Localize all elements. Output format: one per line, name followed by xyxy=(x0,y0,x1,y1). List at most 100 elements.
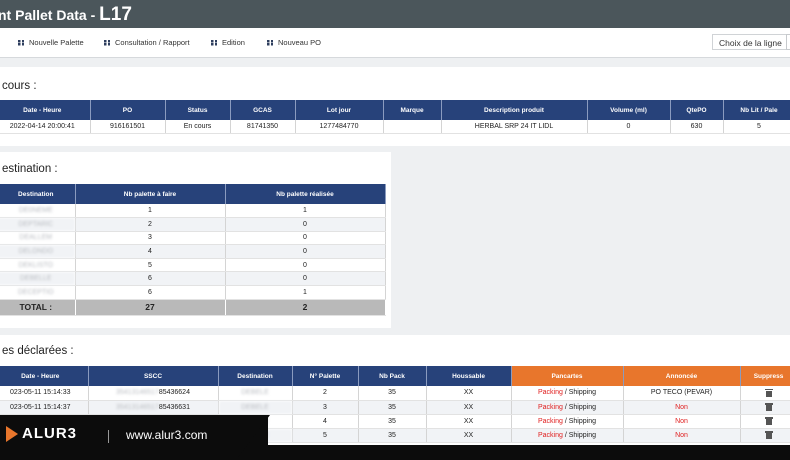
cell: 630 xyxy=(670,120,724,134)
col-pancartes: Pancartes xyxy=(511,366,624,386)
line-chooser-select[interactable] xyxy=(786,34,790,50)
nav-label: Consultation / Rapport xyxy=(115,38,190,47)
cell-annoncee: Non xyxy=(623,414,741,429)
table-row[interactable]: DEKLISTO 5 0 xyxy=(0,258,386,273)
cell-houssable: XX xyxy=(426,400,512,415)
nav-consultation-rapport[interactable]: Consultation / Rapport xyxy=(104,38,190,47)
col-sscc: SSCC xyxy=(88,366,219,386)
col-numero-palette: N° Palette xyxy=(292,366,359,386)
declared-title: es déclarées : xyxy=(2,345,74,357)
cell-pack: 35 xyxy=(358,414,427,429)
trash-icon[interactable] xyxy=(764,403,773,411)
nav-edition[interactable]: Edition xyxy=(211,38,245,47)
col-gcas: GCAS xyxy=(230,100,296,120)
col-nb-pack: Nb Pack xyxy=(358,366,427,386)
shipping-link[interactable]: Shipping xyxy=(569,418,596,425)
packing-link[interactable]: Packing xyxy=(538,418,563,425)
sscc-value: 85436631 xyxy=(158,403,190,411)
pancarte-separator: / xyxy=(564,431,567,439)
footer-wedge xyxy=(236,415,270,460)
col-volume: Volume (ml) xyxy=(587,100,671,120)
total-row: TOTAL : 27 2 xyxy=(0,299,386,316)
cell-suppression xyxy=(740,386,790,401)
shipping-link[interactable]: Shipping xyxy=(569,432,596,439)
app-title: nt Pallet Data - L17 xyxy=(0,4,132,26)
alur3-logo-icon xyxy=(6,426,18,442)
cell-pack: 35 xyxy=(358,386,427,401)
cell: 0 xyxy=(225,271,386,287)
current-header-row: Date - Heure PO Status GCAS Lot jour Mar… xyxy=(0,100,790,120)
cell: 1 xyxy=(225,204,386,219)
col-nb-palette-done: Nb palette réalisée xyxy=(225,184,386,204)
shipping-link[interactable]: Shipping xyxy=(569,404,596,411)
col-date-heure: Date - Heure xyxy=(0,366,89,386)
cell: 0 xyxy=(225,217,386,232)
packing-link[interactable]: Packing xyxy=(538,432,563,439)
cell: DELONDO xyxy=(0,244,76,259)
line-chooser-label: Choix de la ligne xyxy=(712,34,790,50)
cell: 6 xyxy=(75,285,226,300)
nav-nouvelle-palette[interactable]: Nouvelle Palette xyxy=(18,38,84,47)
sscc-hidden: 35413146517 xyxy=(116,403,159,411)
col-annoncee: Annoncée xyxy=(623,366,741,386)
table-row[interactable]: DE0NEME 1 1 xyxy=(0,204,386,219)
cell-suppression xyxy=(740,400,790,415)
cell-pancartes: Packing / Shipping xyxy=(511,400,624,415)
nav-label: Nouvelle Palette xyxy=(29,38,84,47)
cell: 4 xyxy=(75,244,226,259)
cell-houssable: XX xyxy=(426,386,512,401)
cell-sscc: 3541314651785436631 xyxy=(88,400,219,415)
table-row[interactable]: 023-05-11 15:14:37 3541314651785436631 DEB… xyxy=(0,400,790,415)
cell-date: 023-05-11 15:14:33 xyxy=(0,386,89,401)
cell: HERBAL SRP 24 IT LIDL xyxy=(441,120,588,134)
footer-divider xyxy=(108,430,109,443)
cell: 1277484770 xyxy=(295,120,384,134)
navbar: Nouvelle Palette Consultation / Rapport … xyxy=(0,28,790,58)
current-panel: cours : Date - Heure PO Status GCAS Lot … xyxy=(0,67,790,146)
destination-table: Destination Nb palette à faire Nb palett… xyxy=(0,184,386,316)
packing-link[interactable]: Packing xyxy=(538,389,563,396)
app-header: nt Pallet Data - L17 xyxy=(0,0,790,28)
cell: DEKLISTO xyxy=(0,258,76,273)
pancarte-separator: / xyxy=(564,417,567,425)
table-row[interactable]: 2022-04-14 20:00:41 916161501 En cours 8… xyxy=(0,120,790,134)
trash-icon[interactable] xyxy=(764,388,773,397)
shipping-link[interactable]: Shipping xyxy=(569,389,596,396)
nav-nouveau-po[interactable]: Nouveau PO xyxy=(267,38,321,47)
cell-palette: 4 xyxy=(292,414,359,429)
cell-palette: 3 xyxy=(292,400,359,415)
footer-url[interactable]: www.alur3.com xyxy=(126,428,207,442)
pancarte-separator: / xyxy=(564,389,567,397)
cell: 2022-04-14 20:00:41 xyxy=(0,120,91,134)
packing-link[interactable]: Packing xyxy=(538,404,563,411)
cell-destination: DEBELE xyxy=(218,400,293,415)
cell-annoncee: Non xyxy=(623,400,741,415)
cell-pancartes: Packing / Shipping xyxy=(511,428,624,443)
declared-header-row: Date - Heure SSCC Destination N° Palette… xyxy=(0,366,790,386)
table-row[interactable]: DECEPTIO 6 1 xyxy=(0,285,386,300)
current-title: cours : xyxy=(2,80,37,92)
app-title-line: L17 xyxy=(99,4,132,25)
cell: 81741350 xyxy=(230,120,296,134)
trash-icon[interactable] xyxy=(764,417,773,425)
cell-pancartes: Packing / Shipping xyxy=(511,386,624,401)
cell-annoncee: Non xyxy=(623,428,741,443)
table-row[interactable]: DEBELLE 6 0 xyxy=(0,271,386,287)
cell-annoncee: PO TECO (PEVAR) xyxy=(623,386,741,401)
table-row[interactable]: DELONDO 4 0 xyxy=(0,244,386,259)
cell: DEPTARIC xyxy=(0,217,76,232)
total-todo: 27 xyxy=(75,299,226,316)
cell-houssable: XX xyxy=(426,414,512,429)
trash-icon[interactable] xyxy=(764,431,773,439)
table-row[interactable]: 023-05-11 15:14:33 3541314651785436624 DEB… xyxy=(0,386,790,401)
destination-header-row: Destination Nb palette à faire Nb palett… xyxy=(0,184,386,204)
cell-suppression xyxy=(740,428,790,443)
table-row[interactable]: DEALLEM 3 0 xyxy=(0,231,386,246)
table-row[interactable]: DEPTARIC 2 0 xyxy=(0,217,386,232)
cell: 5 xyxy=(723,120,790,134)
cell: 0 xyxy=(225,244,386,259)
cell: DEBELLE xyxy=(0,271,76,287)
cell-suppression xyxy=(740,414,790,429)
cell: DEALLEM xyxy=(0,231,76,246)
cell-palette: 5 xyxy=(292,428,359,443)
